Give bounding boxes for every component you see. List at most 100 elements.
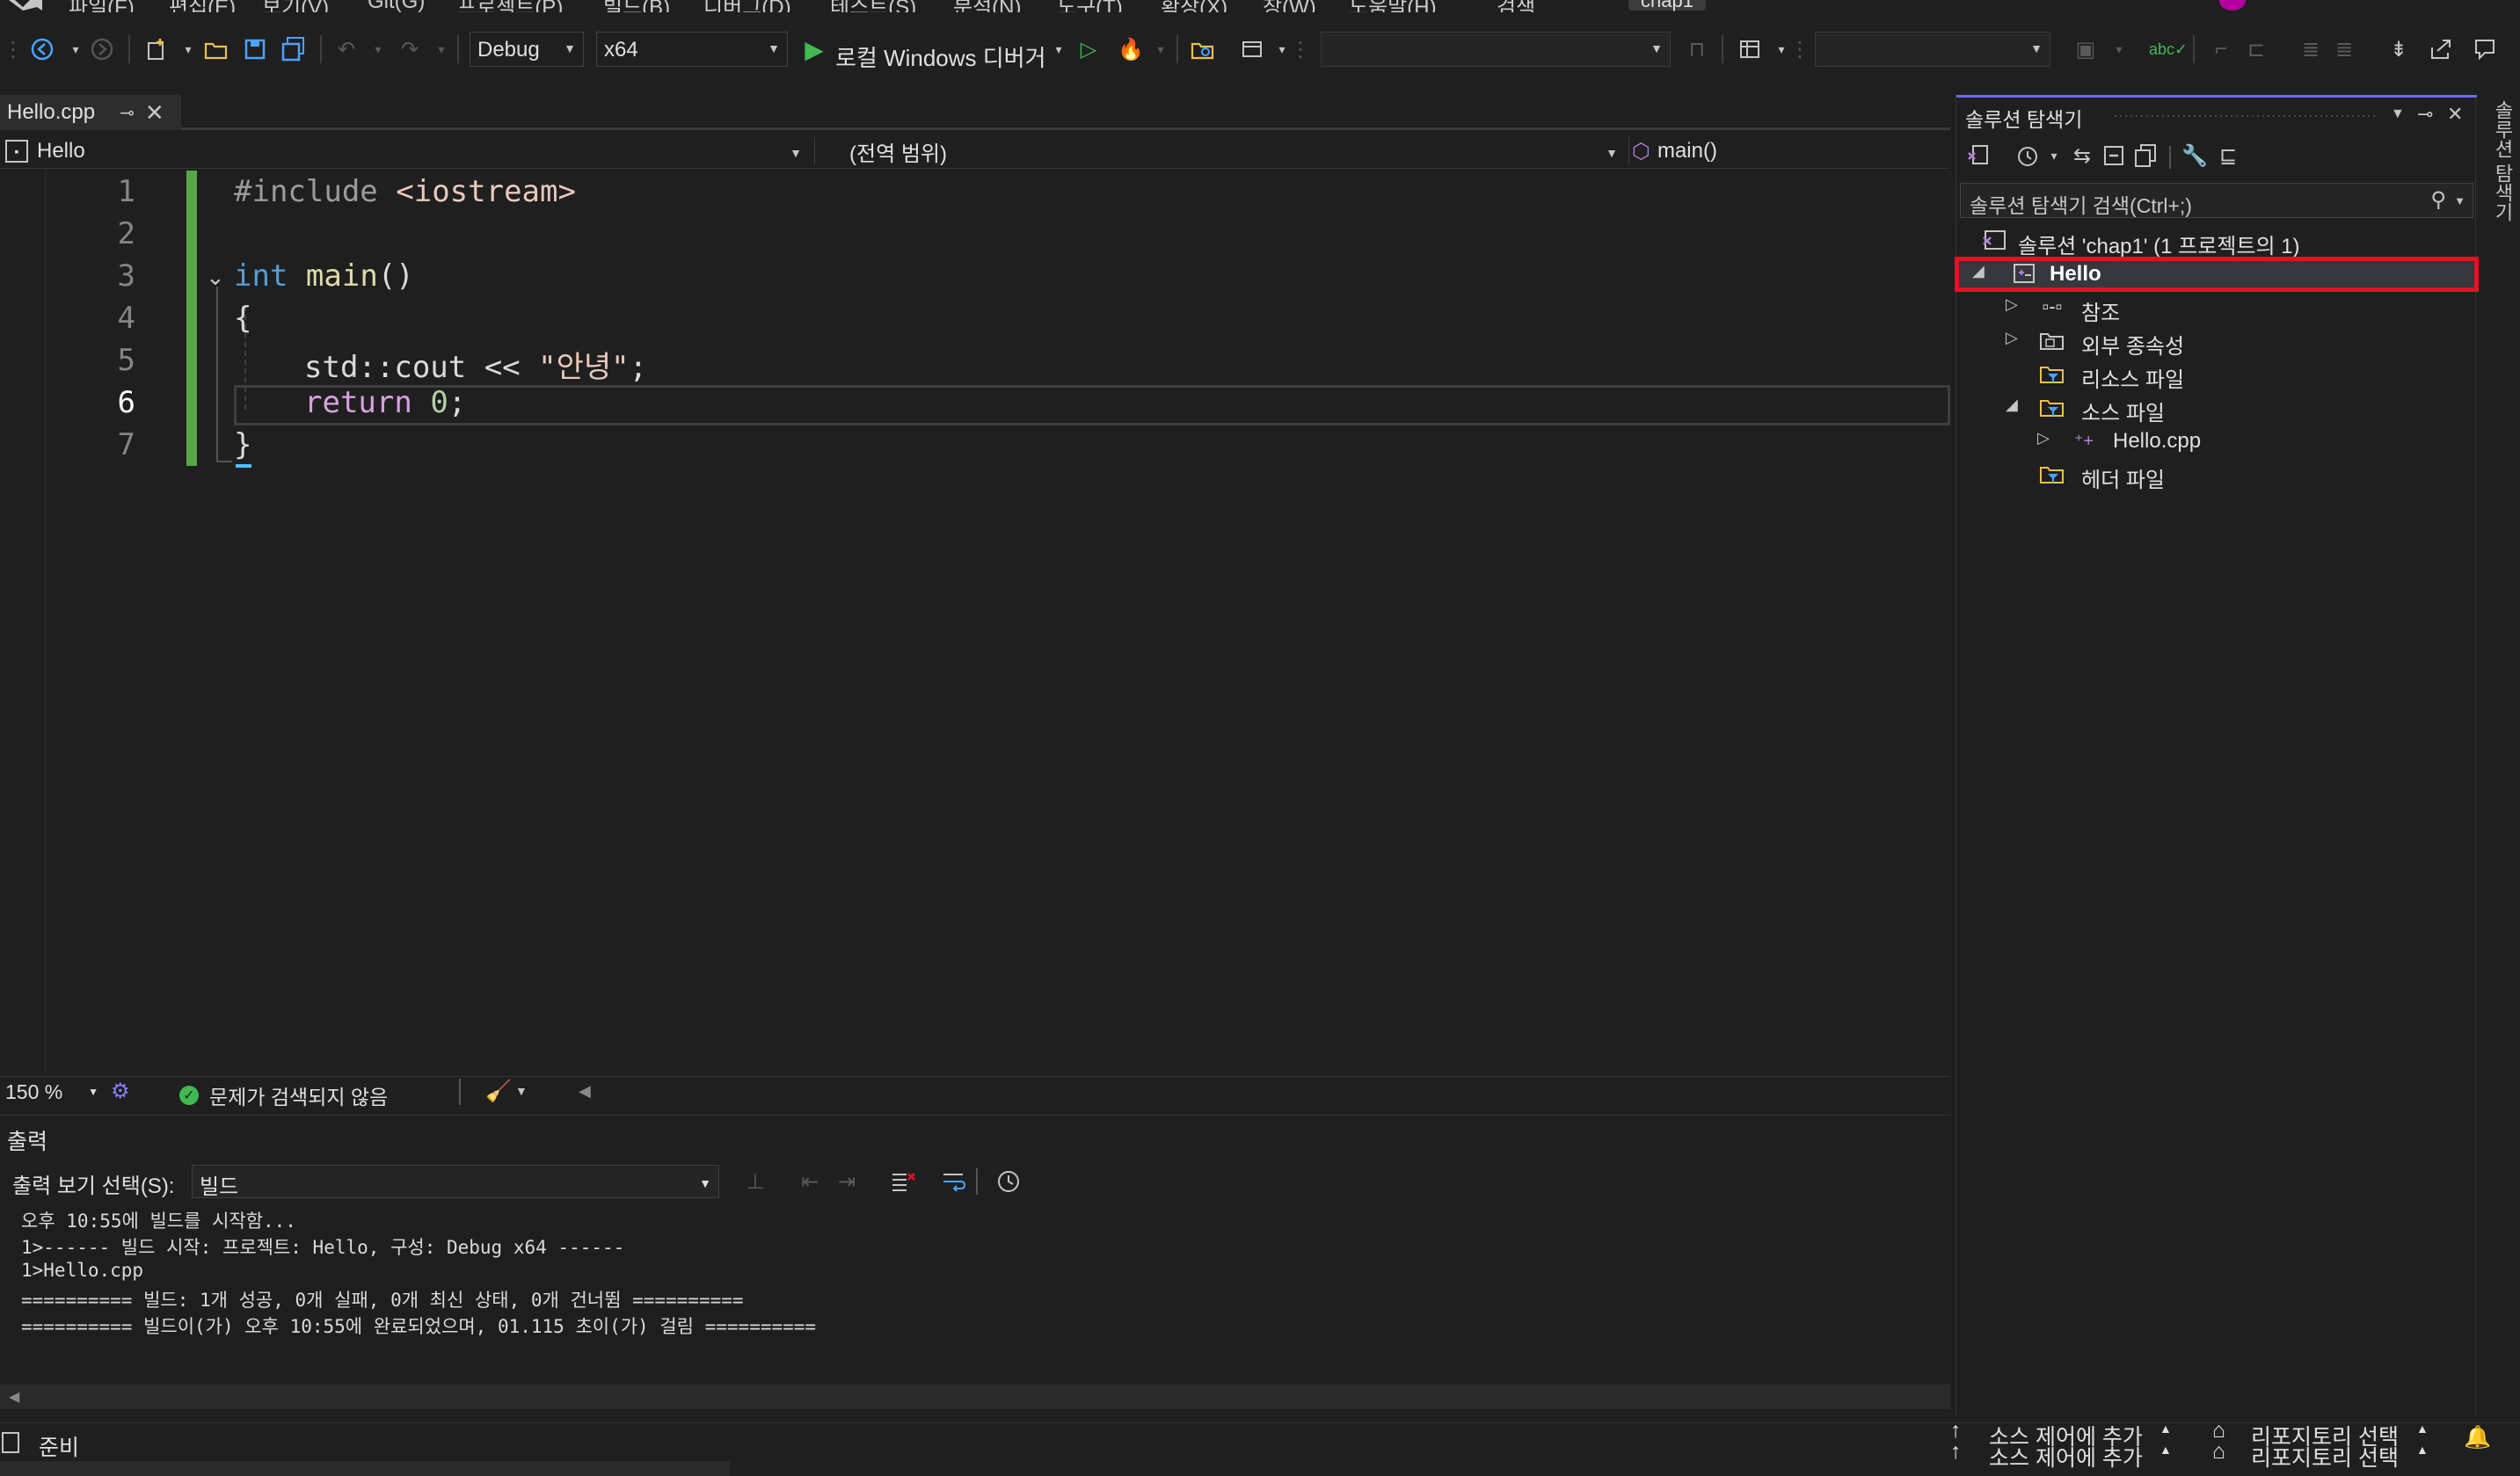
project-context-combo[interactable]: ▪ Hello ▼ — [5, 135, 807, 167]
code-line-5[interactable]: std::cout << "안녕"; — [304, 343, 647, 386]
close-tab-icon[interactable]: ✕ — [145, 99, 164, 127]
add-to-source-control-button[interactable]: 소스 제어에 추가 — [1989, 1441, 2143, 1472]
chevron-up-icon[interactable]: ▲ — [2416, 1421, 2429, 1436]
tree-item-solution[interactable]: 솔루션 'chap1' (1 프로젝트의 1) — [1956, 225, 2477, 258]
spell-check-icon[interactable]: abc✓ — [2149, 33, 2188, 65]
solution-platform-combo[interactable]: x64 ▼ — [596, 32, 788, 67]
scroll-left-icon[interactable]: ◀ — [9, 1388, 19, 1406]
search-icon[interactable]: ⚲ — [2430, 187, 2446, 213]
panel-drag-grip[interactable] — [2113, 113, 2377, 120]
outdent-icon[interactable]: ≣ — [2328, 33, 2360, 65]
show-all-files-icon[interactable] — [2130, 141, 2160, 171]
new-project-dropdown-icon[interactable]: ▾ — [172, 33, 204, 65]
start-debugging-icon[interactable]: ▶ — [798, 33, 830, 65]
attach-icon[interactable]: ⊓ — [1681, 33, 1713, 65]
search-options-dropdown-icon[interactable]: ▼ — [2454, 194, 2465, 207]
filter-dropdown-icon[interactable]: ▾ — [2039, 141, 2069, 171]
menu-test[interactable]: 테스트(S) — [830, 0, 916, 12]
member-combo[interactable]: ⬡ main() — [1632, 135, 1950, 167]
tree-item-source-files[interactable]: ◢ 소스 파일 — [1956, 392, 2477, 425]
solution-explorer-search-input[interactable]: 솔루션 탐색기 검색(Ctrl+;) ⚲ ▼ — [1960, 183, 2473, 218]
code-editor[interactable]: ⌄ 1 2 3 4 5 6 7 #include <iostream> int … — [0, 171, 1950, 1071]
properties-wrench-icon[interactable]: 🔧 — [2180, 141, 2210, 171]
output-horizontal-scrollbar[interactable]: ◀ — [0, 1385, 1950, 1409]
expanded-triangle-icon[interactable]: ◢ — [2006, 396, 2018, 414]
expanded-triangle-icon[interactable]: ◢ — [1972, 262, 1985, 280]
indicator-margin[interactable] — [0, 171, 46, 1071]
debug-target-dropdown-icon[interactable]: ▾ — [1043, 33, 1074, 65]
redo-dropdown-icon[interactable]: ▾ — [426, 33, 457, 65]
code-line-3[interactable]: int main() — [234, 258, 414, 294]
tree-item-header-files[interactable]: 헤더 파일 — [1956, 459, 2477, 492]
save-all-icon[interactable] — [278, 33, 310, 65]
pending-changes-filter-icon[interactable] — [2013, 141, 2043, 171]
clear-all-icon[interactable] — [888, 1167, 918, 1196]
start-without-debugging-icon[interactable]: ▷ — [1073, 33, 1104, 65]
collapsed-triangle-icon[interactable]: ▷ — [2006, 295, 2018, 314]
solution-configuration-combo[interactable]: Debug ▼ — [470, 32, 584, 67]
account-avatar[interactable] — [2219, 0, 2246, 11]
menu-tools[interactable]: 도구(T) — [1057, 0, 1123, 12]
menu-view[interactable]: 보기(V) — [262, 0, 329, 12]
start-debugging-button[interactable]: 로컬 Windows 디버거 — [835, 40, 1046, 73]
tree-item-hello-cpp[interactable]: ▷ ⁺+ Hello.cpp — [1956, 425, 2477, 457]
window-layout-icon[interactable] — [1734, 33, 1766, 65]
pin-panel-icon[interactable]: ⊸ — [2417, 103, 2433, 126]
intellicode-icon[interactable]: ⚙ — [111, 1079, 130, 1104]
code-line-4[interactable]: { — [234, 301, 251, 336]
undo-icon[interactable]: ↶ — [331, 33, 362, 65]
side-tab-solution-explorer[interactable]: 솔루션 탐색기 — [2480, 95, 2520, 236]
previous-message-icon[interactable]: ⇤ — [795, 1167, 825, 1196]
bookmark-icon[interactable]: ⌐ — [2205, 33, 2237, 65]
find-combo[interactable]: ▼ — [1321, 32, 1671, 67]
tree-item-project-hello[interactable]: ◢ Hello — [1955, 257, 2479, 292]
code-cleanup-dropdown-icon[interactable]: ▼ — [515, 1084, 528, 1098]
menu-file[interactable]: 파일(F) — [69, 0, 135, 12]
bookmark-prev-icon[interactable]: ⊏ — [2240, 33, 2272, 65]
menu-analyze[interactable]: 분석(N) — [953, 0, 1021, 12]
word-wrap-icon[interactable] — [939, 1167, 969, 1196]
timestamp-clock-icon[interactable] — [994, 1167, 1023, 1196]
select-repository-button[interactable]: 리포지토리 선택 — [2251, 1441, 2399, 1472]
output-source-combo[interactable]: 빌드 ▼ — [192, 1165, 719, 1199]
menu-edit[interactable]: 편집(E) — [169, 0, 236, 12]
back-navigation-icon[interactable] — [26, 33, 58, 65]
tree-item-references[interactable]: ▷ ▫-▫ 참조 — [1956, 292, 2477, 325]
collapsed-triangle-icon[interactable]: ▷ — [2006, 329, 2018, 347]
tree-item-resource-files[interactable]: 리소스 파일 — [1956, 359, 2477, 392]
preview-selected-items-icon[interactable]: ⊑ — [2213, 141, 2243, 171]
open-file-icon[interactable] — [200, 33, 232, 65]
save-icon[interactable] — [239, 33, 271, 65]
tab-hello-cpp[interactable]: Hello.cpp ⊸ ✕ — [0, 95, 181, 130]
indent-icon[interactable]: ≣ — [2295, 33, 2327, 65]
live-share-icon[interactable] — [2425, 33, 2457, 65]
output-text-area[interactable]: 오후 10:55에 빌드를 시작함... 1>------ 빌드 시작: 프로젝… — [0, 1207, 1950, 1383]
forward-navigation-icon[interactable] — [86, 33, 118, 65]
redo-icon[interactable]: ↷ — [394, 33, 426, 65]
chevron-up-icon[interactable]: ▲ — [2159, 1443, 2172, 1457]
find-message-icon[interactable]: ⊥ — [740, 1167, 770, 1196]
comment-dropdown-icon[interactable]: ▾ — [2103, 33, 2135, 65]
pin-tab-icon[interactable]: ⊸ — [120, 102, 135, 124]
menu-extensions[interactable]: 확장(X) — [1161, 0, 1227, 12]
comment-icon[interactable]: ▣ — [2070, 33, 2101, 65]
menu-git[interactable]: Git(G) — [368, 0, 425, 12]
toolbar-overflow-icon[interactable]: ⇟ — [2383, 33, 2414, 65]
browse-folder-icon[interactable] — [1187, 33, 1219, 65]
menu-build[interactable]: 빌드(B) — [603, 0, 670, 12]
menu-help[interactable]: 도움말(H) — [1349, 0, 1437, 12]
menu-window[interactable]: 창(W) — [1263, 0, 1316, 12]
chevron-up-icon[interactable]: ▲ — [2159, 1421, 2172, 1436]
code-line-1[interactable]: #include <iostream> — [234, 174, 576, 209]
output-window-icon[interactable] — [2, 1432, 19, 1453]
layout-icon[interactable] — [1236, 33, 1268, 65]
tree-item-external-dependencies[interactable]: ▷ 외부 종속성 — [1956, 325, 2477, 359]
window-position-dropdown-icon[interactable]: ▼ — [2391, 106, 2405, 122]
scope-combo[interactable]: (전역 범위) ▼ — [849, 135, 1623, 167]
code-line-6[interactable]: return 0; — [304, 385, 466, 420]
search-target-combo[interactable]: ▼ — [1815, 32, 2050, 67]
sync-with-document-icon[interactable]: ⇆ — [2067, 141, 2097, 171]
collapse-chevron-icon[interactable]: ⌄ — [206, 264, 225, 291]
switch-views-icon[interactable] — [1963, 141, 1993, 171]
scroll-left-icon[interactable]: ◀ — [579, 1082, 591, 1101]
